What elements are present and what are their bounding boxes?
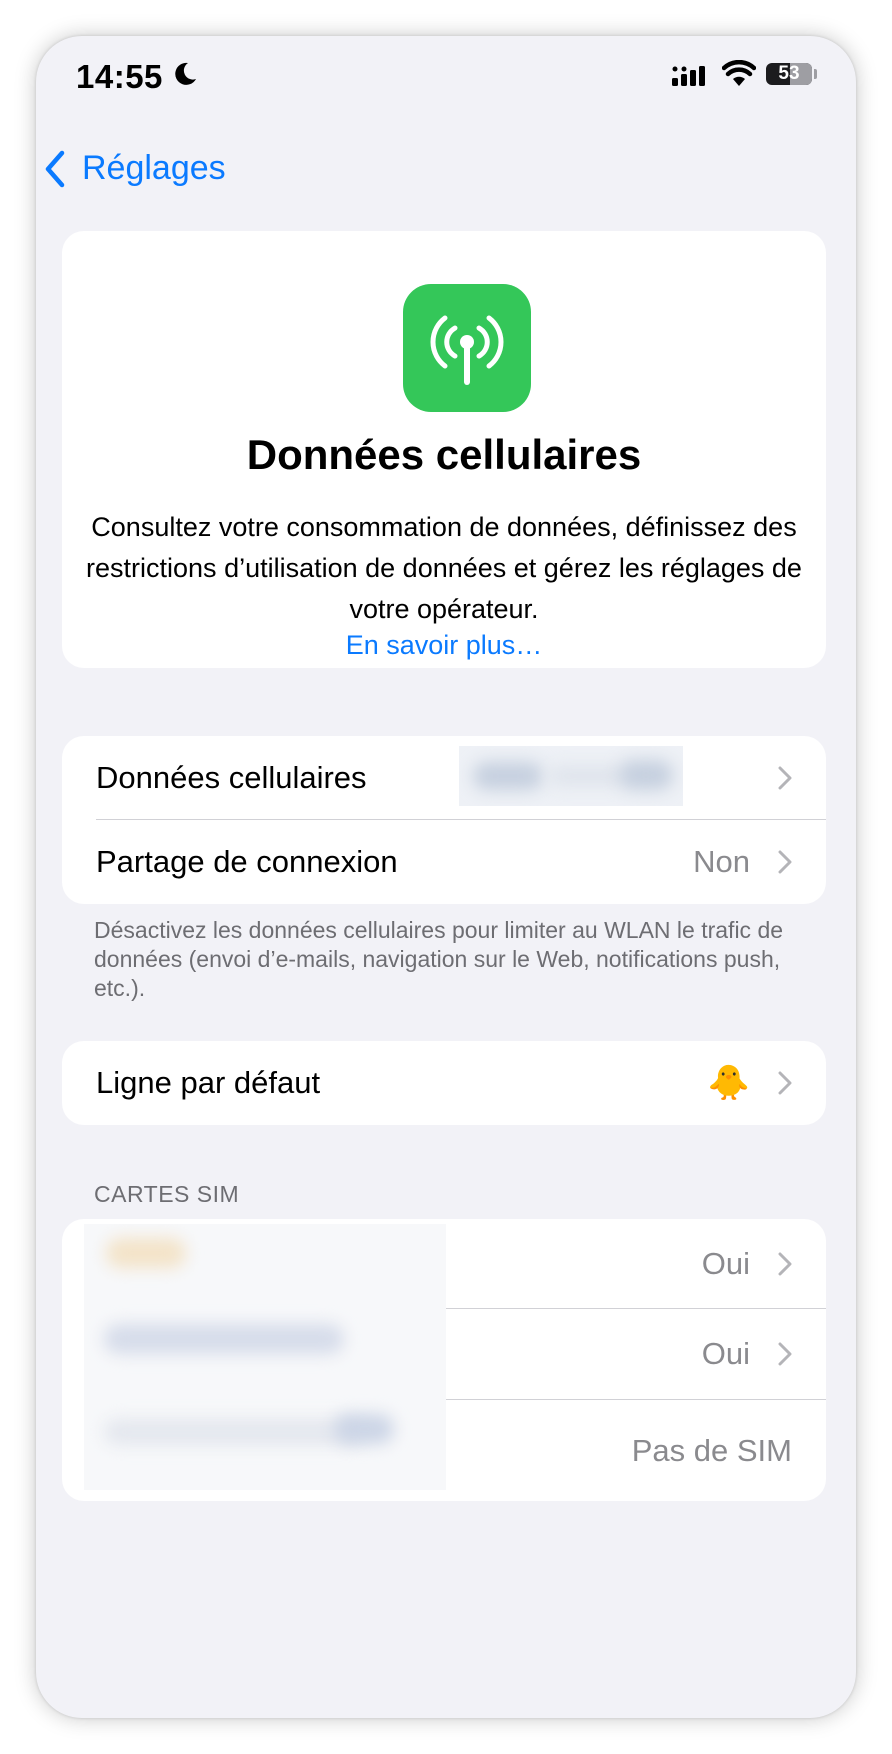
personal-hotspot-row[interactable]: Partage de connexion Non [62,820,826,904]
row-value: Oui [701,1336,750,1371]
status-time: 14:55 [76,58,163,95]
hero-card: Données cellulaires Consultez votre cons… [62,231,826,668]
row-label: Partage de connexion [96,844,398,879]
wifi-icon [722,60,756,86]
chevron-right-icon [778,1252,792,1276]
chick-emoji: 🐥 [707,1064,750,1102]
battery-nub [814,69,817,79]
back-button[interactable]: Réglages [44,149,226,188]
hero-description: Consultez votre consommation de données,… [86,512,802,624]
default-line-row[interactable]: Ligne par défaut 🐥 [62,1041,826,1125]
hero-title: Données cellulaires [246,431,642,478]
back-label: Réglages [82,149,226,187]
chevron-right-icon [778,850,792,874]
row-value: Pas de SIM [631,1432,792,1468]
redacted-value [459,746,683,806]
chevron-right-icon [778,1342,792,1366]
sim-cards-group: Oui Oui Pas de SIM [62,1219,826,1501]
chevron-right-icon [778,766,792,790]
learn-more-link[interactable]: En savoir plus… [62,630,826,661]
cellular-footer-note: Désactivez les données cellulaires pour … [94,917,784,1001]
cellular-signal-icon [672,66,705,86]
cellular-data-row[interactable]: Données cellulaires [62,736,826,820]
sim-section-header: CARTES SIM [94,1181,240,1207]
battery-level: 53 [778,63,800,84]
row-label: Données cellulaires [96,760,367,795]
moon-icon [175,62,196,85]
default-line-group: Ligne par défaut 🐥 [62,1041,826,1125]
chevron-right-icon [778,1071,792,1095]
settings-screen: 14:55 53 Réglages Données cellulaires Co… [36,36,856,1718]
battery-icon: 53 [766,63,812,85]
row-value: Non [693,844,750,879]
row-label: Ligne par défaut [96,1065,321,1100]
chevron-left-icon [45,150,65,187]
row-value: Oui [701,1246,750,1281]
redacted-sim-labels [84,1224,446,1490]
cellular-settings-group: Données cellulaires Partage de connexion… [62,736,826,904]
antenna-icon [403,284,531,412]
